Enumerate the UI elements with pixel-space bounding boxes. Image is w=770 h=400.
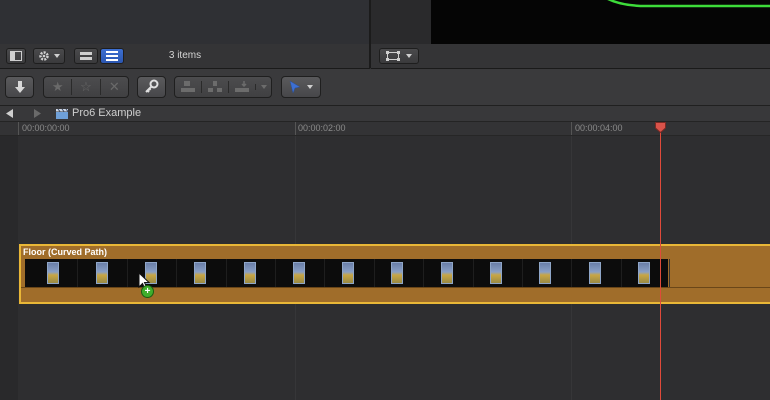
- rating-buttons: ★ ☆ ✕: [43, 76, 129, 98]
- browser-content-area: [0, 0, 370, 45]
- filmstrip-frame-separator: [522, 259, 523, 287]
- filmstrip-thumbnail: [96, 262, 108, 284]
- playhead-handle-icon[interactable]: [655, 122, 666, 133]
- filmstrip-frame-separator: [571, 259, 573, 287]
- timeline-clip[interactable]: Floor (Curved Path): [19, 244, 770, 304]
- curved-path-shape: [607, 0, 770, 8]
- transform-icon: [385, 51, 400, 61]
- filmstrip-thumbnail: [342, 262, 354, 284]
- edit-buttons-group: [174, 76, 272, 98]
- filmstrip-frame-separator: [176, 259, 178, 287]
- toolbar: ★ ☆ ✕: [0, 69, 770, 106]
- items-count: 3 items: [168, 50, 202, 61]
- arrow-cursor-icon: [289, 80, 301, 94]
- filmstrip-frame-separator: [423, 259, 425, 287]
- ruler-timecode-2: 00:00:04:00: [575, 123, 623, 133]
- event-browser: 3 items: [0, 0, 370, 69]
- ruler-tick: [295, 122, 296, 135]
- filmstrip-thumbnail: [490, 262, 502, 284]
- unrate-star-icon[interactable]: ☆: [71, 79, 99, 95]
- clip-extended-tail: [669, 259, 770, 287]
- filmstrip-frame-separator: [225, 259, 227, 287]
- ruler-tick: [571, 122, 572, 135]
- filmstrip-frame-separator: [373, 259, 375, 287]
- filmstrip-frame-separator: [77, 259, 79, 287]
- filmstrip-frame-separator: [620, 259, 622, 287]
- filmstrip-thumbnail: [47, 262, 59, 284]
- forward-arrow-icon[interactable]: [33, 109, 41, 118]
- project-title: Pro6 Example: [72, 107, 142, 119]
- filmstrip-frame-separator: [275, 259, 276, 287]
- clip-audio-divider: [21, 287, 770, 288]
- filmstrip-thumbnail: [391, 262, 403, 284]
- browser-footer-bar: 3 items: [0, 44, 370, 69]
- filmstrip-thumbnail: [293, 262, 305, 284]
- filmstrip-thumbnail: [244, 262, 256, 284]
- download-arrow-icon: [14, 81, 25, 93]
- key-icon: [144, 79, 158, 93]
- clip-filmstrip: [25, 259, 668, 287]
- filmstrip-thumbnail: [589, 262, 601, 284]
- filmstrip-thumbnail: [441, 262, 453, 284]
- back-arrow-icon[interactable]: [6, 109, 14, 118]
- insert-clip-icon[interactable]: [201, 81, 228, 93]
- connect-clip-icon[interactable]: [175, 81, 201, 93]
- filmstrip-thumbnail: [638, 262, 650, 284]
- viewer: [371, 0, 770, 69]
- filmstrip-thumbnail: [539, 262, 551, 284]
- append-clip-icon[interactable]: [228, 81, 255, 93]
- ruler-tick: [18, 122, 19, 135]
- playhead[interactable]: [660, 122, 661, 400]
- select-tool-button[interactable]: [281, 76, 321, 98]
- filmstrip-frame-separator: [324, 259, 326, 287]
- timeline-header: Pro6 Example: [0, 106, 770, 122]
- add-plus-badge-icon: +: [141, 285, 154, 298]
- clip-label: Floor (Curved Path): [23, 247, 108, 257]
- filmstrip-thumbnail: [194, 262, 206, 284]
- transform-button[interactable]: [379, 48, 419, 64]
- ruler-timecode-1: 00:00:02:00: [298, 123, 346, 133]
- clapperboard-icon: [56, 108, 68, 119]
- import-button[interactable]: [5, 76, 34, 98]
- viewer-canvas[interactable]: [431, 0, 770, 44]
- ruler-timecode-0: 00:00:00:00: [22, 123, 70, 133]
- timeline-left-gutter: [0, 136, 18, 400]
- reject-x-icon[interactable]: ✕: [99, 79, 128, 95]
- viewer-footer-bar: [371, 44, 770, 69]
- keyword-button[interactable]: [137, 76, 166, 98]
- favorite-star-filled-icon[interactable]: ★: [44, 79, 71, 95]
- chevron-down-icon: [405, 54, 412, 58]
- chevron-down-icon[interactable]: [255, 84, 271, 90]
- filmstrip-frame-separator: [126, 259, 128, 287]
- filmstrip-frame-separator: [472, 259, 474, 287]
- chevron-down-icon: [306, 85, 313, 89]
